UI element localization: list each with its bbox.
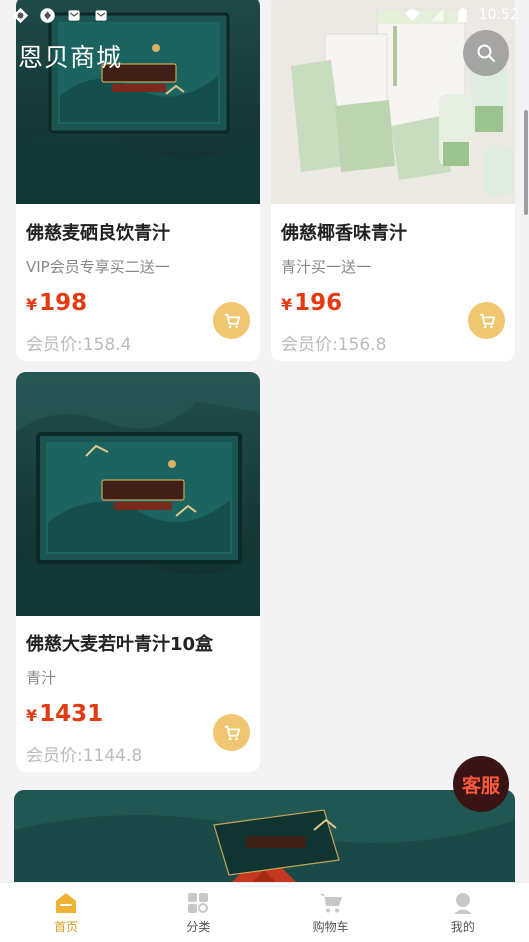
cart-icon (479, 313, 495, 328)
add-to-cart-button[interactable] (468, 302, 505, 339)
message-notification-icon (95, 9, 107, 21)
product-image (16, 372, 260, 616)
nav-label: 购物车 (312, 919, 349, 934)
cart-icon (224, 725, 240, 740)
scrollbar[interactable] (524, 110, 528, 215)
currency-symbol: ¥ (281, 295, 293, 314)
signal-icon (430, 8, 444, 21)
nav-item-category[interactable]: 分类 (132, 883, 264, 942)
nav-item-home[interactable]: 首页 (0, 883, 132, 942)
category-icon (188, 892, 209, 913)
status-system: 10:52 (404, 7, 519, 24)
member-price: 会员价:158.4 (26, 335, 132, 355)
search-icon (477, 44, 495, 62)
product-subtitle: VIP会员专享买二送一 (26, 258, 170, 276)
product-subtitle: 青汁买一送一 (281, 258, 372, 276)
product-price: ¥1431 (26, 701, 103, 727)
price-value: 196 (294, 290, 343, 316)
add-to-cart-button[interactable] (213, 302, 250, 339)
nav-label: 分类 (186, 919, 211, 934)
product-name[interactable]: 佛慈麦硒良饮青汁 (26, 219, 170, 245)
currency-symbol: ¥ (26, 706, 38, 725)
app-notification-icon (40, 7, 55, 23)
nav-item-cart[interactable]: 购物车 (265, 883, 397, 942)
app-title: 恩贝商城 (18, 43, 123, 72)
product-price: ¥196 (281, 290, 342, 316)
message-notification-icon (68, 9, 80, 21)
product-card[interactable]: 佛慈大麦若叶青汁10盒 青汁 ¥1431 会员价:1144.8 (16, 372, 260, 772)
nav-label: 我的 (450, 919, 475, 934)
member-price: 会员价:1144.8 (26, 746, 143, 766)
product-price: ¥198 (26, 290, 87, 316)
cart-icon (224, 313, 240, 328)
bottom-nav: 首页 分类 购物车 我的 (0, 882, 529, 942)
price-value: 1431 (39, 701, 104, 727)
customer-service-button[interactable]: 客服 (453, 756, 509, 812)
battery-icon (457, 7, 467, 22)
wifi-icon (404, 9, 420, 21)
nav-item-profile[interactable]: 我的 (397, 883, 529, 942)
product-name[interactable]: 佛慈椰香味青汁 (281, 219, 407, 245)
member-price: 会员价:156.8 (281, 335, 387, 355)
app-notification-icon (12, 7, 29, 23)
search-button[interactable] (463, 30, 509, 76)
status-notifications (12, 7, 110, 24)
product-name[interactable]: 佛慈大麦若叶青汁10盒 (26, 630, 213, 656)
status-time: 10:52 (478, 7, 519, 23)
cart-icon (319, 893, 342, 912)
user-icon (453, 892, 472, 914)
currency-symbol: ¥ (26, 295, 38, 314)
add-to-cart-button[interactable] (213, 714, 250, 751)
price-value: 198 (39, 290, 88, 316)
product-subtitle: 青汁 (26, 669, 57, 687)
status-bar: 10:52 (0, 0, 529, 30)
product-image (16, 0, 260, 204)
nav-label: 首页 (54, 919, 79, 934)
home-icon (56, 892, 77, 913)
